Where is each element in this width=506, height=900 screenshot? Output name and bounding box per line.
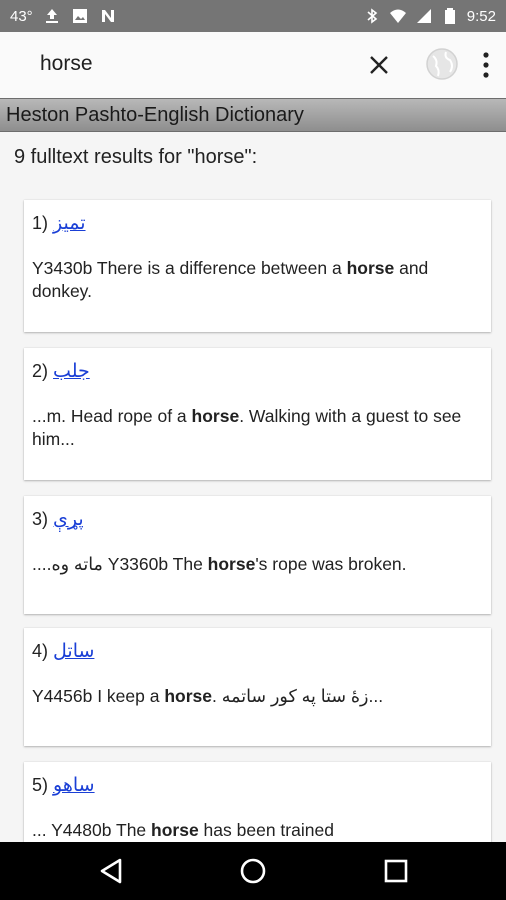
- result-card: 3) پړې ....ماته وه Y3360b The horse's ro…: [24, 496, 491, 614]
- result-heading: 5) ساهو: [32, 772, 483, 799]
- status-bar: 43° 9:52: [0, 0, 506, 32]
- result-number: 3): [32, 509, 49, 529]
- navigation-bar: [0, 842, 506, 900]
- result-number: 5): [32, 775, 49, 795]
- result-number: 4): [32, 641, 49, 661]
- result-heading: 1) تمیز: [32, 210, 483, 237]
- result-snippet: Y3430b There is a difference between a h…: [32, 257, 483, 303]
- dictionary-title: Heston Pashto-English Dictionary: [0, 98, 506, 132]
- result-snippet: ...m. Head rope of a horse. Walking with…: [32, 405, 483, 451]
- snippet-highlight: horse: [207, 554, 256, 574]
- results-count: 9 fulltext results for "horse":: [14, 146, 258, 168]
- snippet-highlight: horse: [151, 820, 199, 840]
- result-card: 1) تمیز Y3430b There is a difference bet…: [24, 200, 491, 332]
- result-card: 2) جلب ...m. Head rope of a horse. Walki…: [24, 348, 491, 480]
- result-word-link[interactable]: پړې: [53, 509, 84, 530]
- snippet-text: has been trained: [198, 820, 334, 840]
- result-snippet: Y4456b I keep a horse. زهٔ ستا په کور سا…: [32, 685, 483, 708]
- close-icon[interactable]: [366, 52, 392, 78]
- battery-icon: [444, 8, 455, 24]
- back-icon[interactable]: [96, 856, 126, 886]
- snippet-highlight: horse: [191, 406, 240, 426]
- snippet-text: ...m. Head rope of a: [32, 406, 192, 426]
- result-heading: 3) پړې: [32, 506, 483, 533]
- snippet-highlight: horse: [346, 258, 395, 278]
- home-icon[interactable]: [238, 856, 268, 886]
- result-snippet: ... Y4480b The horse has been trained: [32, 819, 483, 842]
- result-heading: 4) ساتل: [32, 638, 483, 665]
- result-word-link[interactable]: ساهو: [53, 775, 95, 796]
- n-logo-icon: [101, 10, 114, 22]
- globe-icon[interactable]: [424, 46, 460, 82]
- signal-icon: [416, 9, 431, 23]
- result-card: 4) ساتل Y4456b I keep a horse. زهٔ ستا پ…: [24, 628, 491, 746]
- snippet-text: 's rope was broken.: [255, 554, 407, 574]
- result-snippet: ....ماته وه Y3360b The horse's rope was …: [32, 553, 483, 576]
- result-number: 2): [32, 361, 49, 381]
- search-bar: horse: [0, 32, 506, 98]
- snippet-text: Y4456b I keep a: [32, 686, 165, 706]
- snippet-text: ....ماته وه Y3360b The: [32, 554, 208, 574]
- image-icon: [72, 9, 87, 23]
- recents-icon[interactable]: [381, 856, 411, 886]
- result-word-link[interactable]: تمیز: [53, 213, 86, 234]
- result-number: 1): [32, 213, 49, 233]
- snippet-text: ... Y4480b The: [32, 820, 152, 840]
- snippet-text: Y3430b There is a difference between a: [32, 258, 347, 278]
- clock: 9:52: [466, 7, 496, 25]
- search-input[interactable]: horse: [40, 52, 93, 76]
- bluetooth-icon: [367, 8, 378, 24]
- result-heading: 2) جلب: [32, 358, 483, 385]
- result-word-link[interactable]: ساتل: [53, 641, 94, 662]
- snippet-highlight: horse: [164, 686, 212, 706]
- snippet-text: . زهٔ ستا په کور ساتمه...: [211, 686, 384, 706]
- upload-icon: [45, 9, 58, 23]
- results-list: 1) تمیز Y3430b There is a difference bet…: [0, 196, 506, 842]
- more-vert-icon[interactable]: [476, 50, 496, 80]
- temperature: 43°: [10, 7, 33, 25]
- wifi-icon: [389, 9, 406, 23]
- result-word-link[interactable]: جلب: [53, 361, 90, 382]
- result-card: 5) ساهو ... Y4480b The horse has been tr…: [24, 762, 491, 842]
